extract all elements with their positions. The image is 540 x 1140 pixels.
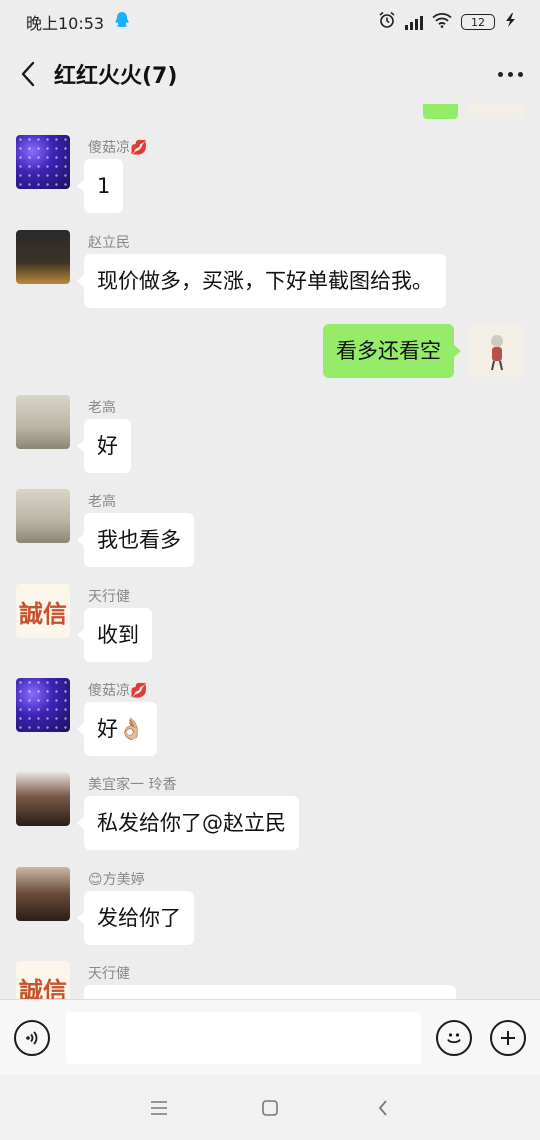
message-bubble[interactable]: 我也看多 xyxy=(77,513,194,567)
menu-button[interactable] xyxy=(146,1095,172,1121)
sender-name: 赵立民 xyxy=(88,235,130,251)
avatar[interactable] xyxy=(470,104,524,118)
message-bubble[interactable]: 看多还看空 xyxy=(323,324,461,378)
charging-icon xyxy=(504,12,518,32)
message-bubble[interactable]: 好 xyxy=(77,419,131,473)
message-bubble[interactable] xyxy=(84,985,456,999)
avatar[interactable] xyxy=(16,135,70,189)
avatar[interactable] xyxy=(16,772,70,826)
emoji-icon xyxy=(447,1033,461,1044)
avatar[interactable] xyxy=(16,867,70,921)
avatar[interactable] xyxy=(16,230,70,284)
avatar[interactable] xyxy=(16,489,70,543)
wifi-icon xyxy=(432,12,452,32)
message-list[interactable]: 傻菇凉💋 1 赵立民 现价做多，买涨，下好单截图给我。 看多还看空 老高 好 老… xyxy=(0,104,540,999)
avatar[interactable]: 誠信 xyxy=(16,961,70,999)
sender-name: 😊方美婷 xyxy=(88,872,145,888)
input-bar xyxy=(0,999,540,1075)
emoji-button[interactable] xyxy=(436,1020,472,1056)
sender-name: 天行健 xyxy=(88,966,130,982)
alarm-icon xyxy=(378,11,396,33)
status-time: 晚上10:53 xyxy=(26,14,105,33)
avatar-seal-text: 誠信 xyxy=(19,976,67,1000)
menu-icon xyxy=(151,1101,167,1115)
avatar[interactable]: 誠信 xyxy=(16,584,70,638)
plus-icon xyxy=(501,1031,515,1045)
avatar-seal-text: 誠信 xyxy=(19,599,67,628)
message-bubble[interactable]: 现价做多，买涨，下好单截图给我。 xyxy=(77,254,446,308)
home-icon xyxy=(262,1100,278,1116)
status-bar: 晚上10:53 12 xyxy=(0,0,540,44)
chevron-left-icon xyxy=(21,61,35,87)
avatar[interactable] xyxy=(16,395,70,449)
voice-button[interactable] xyxy=(14,1020,50,1056)
sender-name: 老高 xyxy=(88,494,116,510)
sender-name: 天行健 xyxy=(88,589,130,605)
qq-notification-icon xyxy=(114,11,130,33)
partial-self-bubble xyxy=(423,104,458,119)
avatar-self[interactable] xyxy=(470,324,524,378)
back-nav-button[interactable] xyxy=(370,1095,396,1121)
message-bubble[interactable]: 发给你了 xyxy=(77,891,194,945)
message-bubble[interactable]: 私发给你了@赵立民 xyxy=(77,796,299,850)
back-nav-icon xyxy=(378,1100,387,1116)
battery-indicator: 12 xyxy=(461,14,495,30)
voice-icon xyxy=(26,1031,38,1045)
more-dots-icon xyxy=(497,71,503,77)
sender-name: 老高 xyxy=(88,400,116,416)
message-bubble[interactable]: 1 xyxy=(76,159,124,213)
sender-name: 傻菇凉💋 xyxy=(88,683,148,699)
avatar[interactable] xyxy=(16,678,70,732)
sender-name: 傻菇凉💋 xyxy=(88,140,148,156)
home-button[interactable] xyxy=(257,1095,283,1121)
signal-icon xyxy=(405,14,423,30)
more-options-button[interactable] xyxy=(480,44,540,104)
message-input[interactable] xyxy=(66,1012,421,1064)
more-functions-button[interactable] xyxy=(490,1020,526,1056)
message-bubble[interactable]: 收到 xyxy=(77,608,152,662)
message-bubble[interactable]: 好👌🏼 xyxy=(76,702,158,756)
chat-title: 红红火火(7) xyxy=(54,64,178,89)
system-nav-bar xyxy=(0,1075,540,1140)
chat-header: 红红火火(7) xyxy=(0,44,540,104)
back-button[interactable] xyxy=(0,44,56,104)
sender-name: 美宜家一 玲香 xyxy=(88,777,177,793)
